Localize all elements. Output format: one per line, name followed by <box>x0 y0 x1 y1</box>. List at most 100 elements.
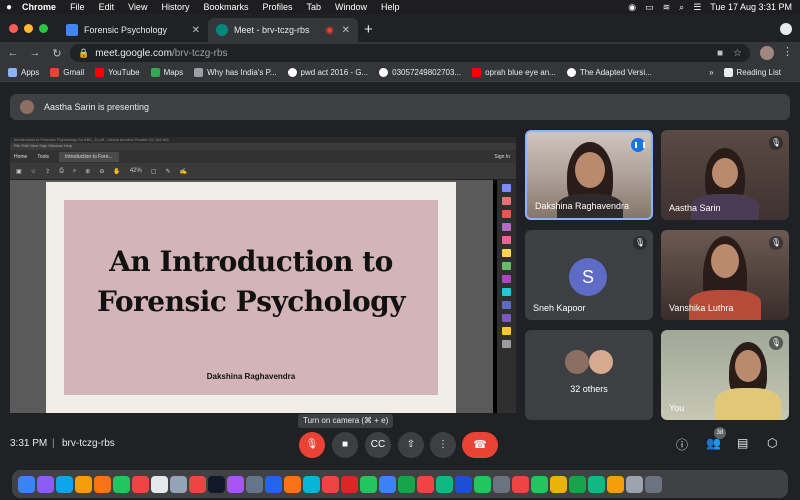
acrobat-tab-document: Introduction to Fore... <box>59 151 119 162</box>
close-tab-icon[interactable]: ✕ <box>192 25 200 36</box>
dock-app-icon[interactable] <box>341 475 358 493</box>
search-icon: ⌕ <box>72 167 77 174</box>
dock-app-icon[interactable] <box>645 475 662 493</box>
control-center-icon[interactable]: ☰ <box>693 2 701 13</box>
mic-off-button[interactable]: 🎙 <box>299 432 325 458</box>
bookmark-oprah[interactable]: oprah blue eye an... <box>472 68 556 77</box>
present-now-button[interactable]: ⇧ <box>398 432 424 458</box>
bookmark-adapted[interactable]: The Adapted Versi... <box>566 68 652 77</box>
dock-app-icon[interactable] <box>398 475 415 493</box>
dock-app-icon[interactable] <box>569 475 586 493</box>
dock-app-icon[interactable] <box>170 475 187 493</box>
menu-view[interactable]: View <box>128 2 147 12</box>
close-window-button[interactable] <box>9 24 18 33</box>
dock-app-icon[interactable] <box>227 475 244 493</box>
menu-bookmarks[interactable]: Bookmarks <box>203 2 248 12</box>
menu-help[interactable]: Help <box>381 2 400 12</box>
bookmark-maps[interactable]: Maps <box>150 68 183 77</box>
tab-meet[interactable]: Meet - brv-tczg-rbs ◉ ✕ <box>208 18 358 42</box>
address-bar[interactable]: 🔒 meet.google.com /brv-tczg-rbs ■ ☆ <box>70 44 750 62</box>
bookmark-gmail[interactable]: Gmail <box>50 68 84 77</box>
meeting-details-button[interactable]: ⓘ <box>676 436 688 453</box>
reload-button[interactable]: ↻ <box>48 47 66 60</box>
participants-button[interactable]: 👥 <box>706 436 721 450</box>
dock-app-icon[interactable] <box>512 475 529 493</box>
menu-clock[interactable]: Tue 17 Aug 3:31 PM <box>710 2 792 12</box>
dock-app-icon[interactable] <box>588 475 605 493</box>
dock-app-icon[interactable] <box>455 475 472 493</box>
chrome-menu-icon[interactable]: ⋮ <box>782 45 793 58</box>
dock-app-icon[interactable] <box>56 475 73 493</box>
dock-app-icon[interactable] <box>550 475 567 493</box>
participant-tile-vanshika[interactable]: 🎙 Vanshika Luthra <box>661 230 789 320</box>
menu-history[interactable]: History <box>161 2 189 12</box>
acrobat-tab-home: Home <box>14 153 28 160</box>
dock-app-icon[interactable] <box>246 475 263 493</box>
bookmark-pwd-act[interactable]: pwd act 2016 - G... <box>287 68 368 77</box>
menu-window[interactable]: Window <box>335 2 367 12</box>
tab-forensic-psychology[interactable]: Forensic Psychology ✕ <box>58 18 208 42</box>
close-tab-icon[interactable]: ✕ <box>342 25 350 36</box>
menu-file[interactable]: File <box>70 2 85 12</box>
dock-app-icon[interactable] <box>436 475 453 493</box>
camera-toggle-button[interactable]: ■ <box>332 432 358 458</box>
dock-app-icon[interactable] <box>265 475 282 493</box>
lock-icon[interactable]: 🔒 <box>78 48 89 59</box>
menu-edit[interactable]: Edit <box>99 2 115 12</box>
bookmark-india[interactable]: Why has India's P... <box>194 68 277 77</box>
dock-app-icon[interactable] <box>284 475 301 493</box>
captions-button[interactable]: CC <box>365 432 391 458</box>
dock-app-icon[interactable] <box>493 475 510 493</box>
zoom-window-button[interactable] <box>39 24 48 33</box>
dock-app-icon[interactable] <box>151 475 168 493</box>
participant-tile-you[interactable]: 🎙 You <box>661 330 789 420</box>
activities-button[interactable]: ⬡ <box>767 436 777 450</box>
more-options-button[interactable]: ⋮ <box>430 432 456 458</box>
dock-app-icon[interactable] <box>474 475 491 493</box>
dock-app-icon[interactable] <box>531 475 548 493</box>
back-button[interactable]: ← <box>4 47 22 59</box>
minimize-window-button[interactable] <box>24 24 33 33</box>
menu-tab[interactable]: Tab <box>307 2 322 12</box>
dock-app-icon[interactable] <box>18 475 35 493</box>
chat-button[interactable]: ▤ <box>737 436 748 450</box>
dock-app-icon[interactable] <box>113 475 130 493</box>
bookmark-apps[interactable]: Apps <box>8 68 39 77</box>
record-icon[interactable]: ◉ <box>628 2 636 13</box>
menu-profiles[interactable]: Profiles <box>262 2 292 12</box>
participant-tile-others[interactable]: 32 others <box>525 330 653 420</box>
dock-app-icon[interactable] <box>303 475 320 493</box>
leave-call-button[interactable]: ☎ <box>462 432 498 458</box>
dock-app-icon[interactable] <box>379 475 396 493</box>
dock-app-icon[interactable] <box>626 475 643 493</box>
shared-screen[interactable]: Introduction to Forensic Psychology for … <box>10 137 516 413</box>
dock-app-icon[interactable] <box>75 475 92 493</box>
apple-icon[interactable]: ● <box>6 2 12 13</box>
camera-permission-icon[interactable]: ■ <box>717 48 723 59</box>
dock-app-icon[interactable] <box>322 475 339 493</box>
dock-app-icon[interactable] <box>417 475 434 493</box>
reading-list-button[interactable]: Reading List <box>723 68 781 77</box>
dock-app-icon[interactable] <box>360 475 377 493</box>
wifi-icon[interactable]: ≋ <box>663 2 671 13</box>
more-bookmarks-button[interactable]: » <box>709 68 713 77</box>
profile-avatar[interactable] <box>760 46 774 60</box>
dock-app-icon[interactable] <box>37 475 54 493</box>
forward-button[interactable]: → <box>26 47 44 59</box>
tab-search-icon[interactable] <box>780 23 792 35</box>
bookmark-star-icon[interactable]: ☆ <box>733 48 742 59</box>
dock-app-icon[interactable] <box>94 475 111 493</box>
participant-tile-dakshina[interactable]: Dakshina Raghavendra <box>525 130 653 220</box>
dock-app-icon[interactable] <box>607 475 624 493</box>
participant-tile-aastha[interactable]: 🎙 Aastha Sarin <box>661 130 789 220</box>
bookmark-youtube[interactable]: YouTube <box>95 68 140 77</box>
dock-app-icon[interactable] <box>189 475 206 493</box>
dock-app-icon[interactable] <box>208 475 225 493</box>
battery-icon[interactable]: ▭ <box>645 2 654 13</box>
spotlight-icon[interactable]: ⌕ <box>679 2 684 13</box>
menu-app-name[interactable]: Chrome <box>22 2 56 12</box>
bookmark-number[interactable]: 03057249802703... <box>379 68 461 77</box>
new-tab-button[interactable]: + <box>364 21 373 38</box>
dock-app-icon[interactable] <box>132 475 149 493</box>
participant-tile-sneh[interactable]: S 🎙 Sneh Kapoor <box>525 230 653 320</box>
